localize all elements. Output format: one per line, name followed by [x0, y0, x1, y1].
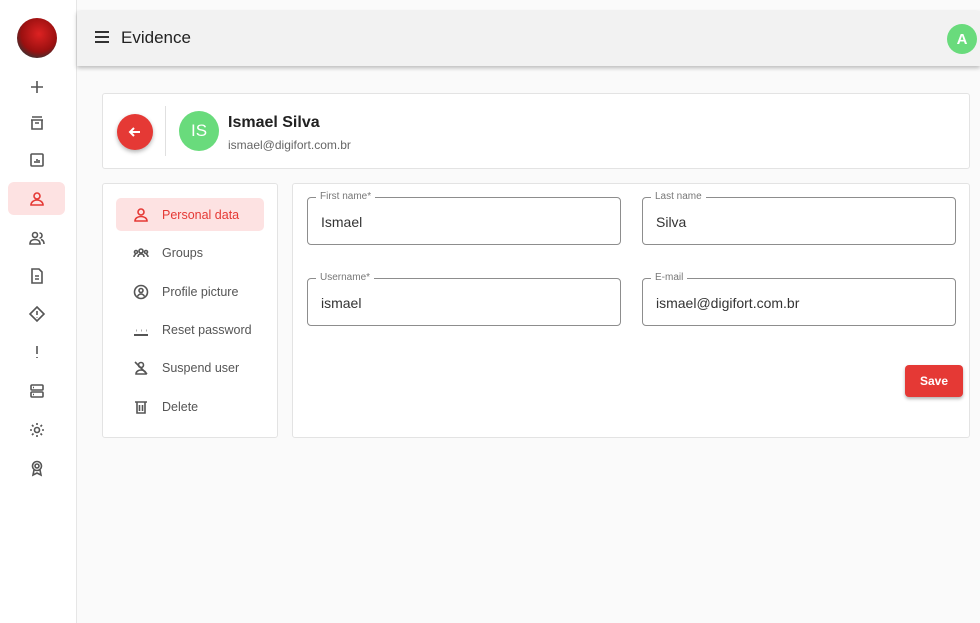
document-icon [30, 267, 43, 284]
profile-picture-icon [133, 284, 149, 299]
password-icon [134, 329, 148, 336]
users-icon [28, 231, 45, 245]
divider [165, 106, 166, 156]
last-name-label: Last name [651, 191, 706, 202]
first-name-field[interactable]: First name* Ismael [307, 191, 621, 245]
documents-button[interactable] [8, 259, 65, 292]
first-name-value[interactable]: Ismael [321, 214, 362, 230]
trash-icon [135, 400, 147, 414]
menu-item-reset-password[interactable]: Reset password [116, 313, 264, 346]
reports-button[interactable] [8, 143, 65, 176]
email-value[interactable]: ismael@digifort.com.br [656, 295, 799, 311]
groups-icon [133, 247, 149, 257]
warning-diamond-icon [28, 305, 45, 322]
arrow-left-icon [128, 127, 140, 137]
menu-item-profile-picture[interactable]: Profile picture [116, 275, 264, 308]
add-icon [30, 80, 43, 93]
add-button[interactable] [8, 70, 65, 103]
users-nav-button[interactable] [8, 182, 65, 215]
menu-item-label: Personal data [162, 207, 240, 222]
username-value[interactable]: ismael [321, 295, 361, 311]
last-name-value[interactable]: Silva [656, 214, 686, 230]
app-title: Evidence [121, 28, 191, 47]
menu-icon[interactable] [94, 30, 110, 44]
exclamation-icon [35, 345, 38, 358]
badge-icon [31, 460, 42, 476]
user-icon [134, 207, 148, 222]
back-button[interactable] [117, 114, 153, 150]
servers-button[interactable] [8, 374, 65, 407]
user-name: Ismael Silva [228, 114, 320, 131]
menu-item-groups[interactable]: Groups [116, 236, 264, 269]
archive-icon [30, 115, 43, 130]
menu-item-label: Profile picture [162, 284, 239, 299]
menu-item-label: Delete [162, 399, 199, 414]
settings-icon [29, 422, 44, 437]
email-field[interactable]: E-mail ismael@digifort.com.br [642, 272, 956, 326]
chart-icon [29, 152, 44, 167]
account-avatar[interactable]: A [947, 24, 977, 54]
user-icon [29, 191, 44, 206]
user-menu-card: Personal data Groups Profile picture Res… [102, 183, 278, 438]
user-avatar: IS [179, 111, 219, 151]
top-bar: Evidence A [77, 11, 980, 66]
menu-item-label: Groups [162, 245, 203, 260]
menu-item-label: Suspend user [162, 360, 240, 375]
first-name-label: First name* [316, 191, 376, 202]
settings-button[interactable] [8, 413, 65, 446]
username-field[interactable]: Username* ismael [307, 272, 621, 326]
username-label: Username* [316, 272, 375, 283]
groups-nav-button[interactable] [8, 221, 65, 254]
nav-rail [0, 0, 77, 623]
license-button[interactable] [8, 451, 65, 484]
user-email: ismael@digifort.com.br [228, 138, 351, 152]
menu-item-delete[interactable]: Delete [116, 390, 264, 423]
archive-button[interactable] [8, 106, 65, 139]
suspend-user-icon [134, 360, 148, 375]
menu-item-suspend-user[interactable]: Suspend user [116, 351, 264, 384]
personal-data-form: First name* Ismael Last name Silva Usern… [292, 183, 970, 438]
menu-item-personal-data[interactable]: Personal data [116, 198, 264, 231]
last-name-field[interactable]: Last name Silva [642, 191, 956, 245]
notifications-button[interactable] [8, 335, 65, 368]
alerts-button[interactable] [8, 297, 65, 330]
email-label: E-mail [651, 272, 688, 283]
menu-item-label: Reset password [162, 322, 252, 337]
save-button[interactable]: Save [905, 365, 963, 397]
app-logo[interactable] [17, 18, 57, 58]
server-icon [29, 383, 44, 398]
user-header-card: IS Ismael Silva ismael@digifort.com.br [102, 93, 970, 169]
